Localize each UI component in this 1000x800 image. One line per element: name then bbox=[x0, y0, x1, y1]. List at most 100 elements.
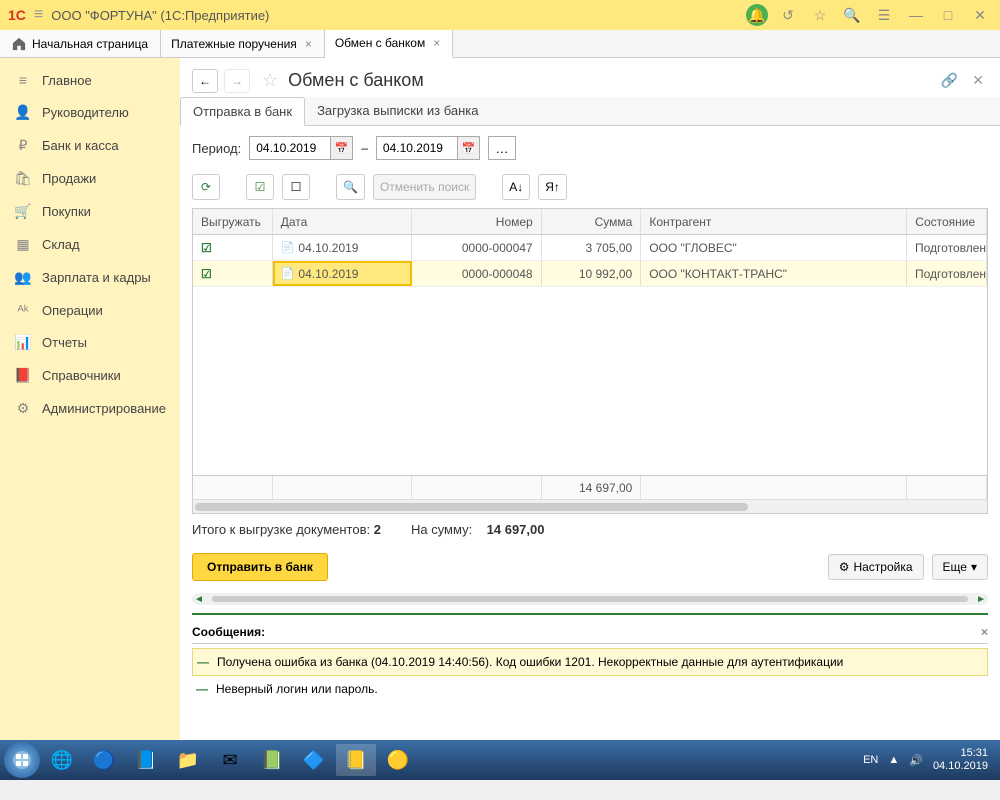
search-icon[interactable]: 🔍 bbox=[840, 3, 864, 27]
close-tab-icon[interactable]: × bbox=[431, 36, 442, 50]
link-icon[interactable]: 🔗 bbox=[937, 68, 962, 93]
column-export[interactable]: Выгружать bbox=[193, 209, 273, 234]
table-row[interactable]: ☑ 📄04.10.2019 0000-000047 3 705,00 ООО "… bbox=[193, 235, 987, 261]
sort-desc-button[interactable]: Я↑ bbox=[538, 174, 567, 200]
sidebar-item-operations[interactable]: ᴬᵏОперации bbox=[0, 294, 180, 326]
action-row: Отправить в банк ⚙Настройка Еще ▾ bbox=[180, 545, 1000, 589]
checkbox-icon[interactable]: ☑ bbox=[201, 241, 212, 255]
cart-icon: 🛒 bbox=[14, 203, 32, 220]
close-tab-icon[interactable]: × bbox=[303, 37, 314, 51]
taskbar-app-yandex[interactable]: 🟡 bbox=[378, 744, 418, 776]
sidebar-item-warehouse[interactable]: ▦Склад bbox=[0, 228, 180, 261]
taskbar-app-chrome[interactable]: 🔵 bbox=[84, 744, 124, 776]
tab-home[interactable]: Начальная страница bbox=[0, 30, 161, 57]
windows-taskbar: 🌐 🔵 📘 📁 ✉ 📗 🔷 📒 🟡 EN ▲ 🔊 15:31 04.10.201… bbox=[0, 740, 1000, 780]
taskbar-clock[interactable]: 15:31 04.10.2019 bbox=[933, 747, 988, 773]
history-icon[interactable]: ↺ bbox=[776, 3, 800, 27]
sound-icon[interactable]: 🔊 bbox=[909, 754, 923, 767]
table-header: Выгружать Дата Номер Сумма Контрагент Со… bbox=[193, 209, 987, 235]
taskbar-app-ie[interactable]: 🌐 bbox=[42, 744, 82, 776]
close-messages-icon[interactable]: × bbox=[981, 625, 988, 639]
tray-icon[interactable]: ▲ bbox=[888, 754, 899, 766]
column-sum[interactable]: Сумма bbox=[542, 209, 642, 234]
sidebar-item-bank[interactable]: ₽Банк и касса bbox=[0, 129, 180, 162]
subtab-load[interactable]: Загрузка выписки из банка bbox=[305, 97, 490, 125]
sort-asc-button[interactable]: A↓ bbox=[502, 174, 530, 200]
period-more-button[interactable]: … bbox=[488, 136, 516, 160]
sidebar-item-hr[interactable]: 👥Зарплата и кадры bbox=[0, 261, 180, 294]
dash-icon: — bbox=[196, 682, 208, 696]
cancel-search-button[interactable]: Отменить поиск bbox=[373, 174, 476, 200]
horizontal-scrollbar[interactable] bbox=[193, 499, 987, 513]
forward-button[interactable]: → bbox=[224, 69, 250, 93]
clock-date: 04.10.2019 bbox=[933, 760, 988, 773]
ak-icon: ᴬᵏ bbox=[14, 302, 32, 318]
date-from[interactable]: 📅 bbox=[249, 136, 353, 160]
taskbar-app-k[interactable]: 🔷 bbox=[294, 744, 334, 776]
table-row[interactable]: ☑ 📄04.10.2019 0000-000048 10 992,00 ООО … bbox=[193, 261, 987, 287]
find-button[interactable]: 🔍 bbox=[336, 174, 365, 200]
sidebar-item-main[interactable]: ≡Главное bbox=[0, 64, 180, 96]
sidebar-item-label: Администрирование bbox=[42, 401, 166, 416]
subtab-send[interactable]: Отправка в банк bbox=[180, 97, 305, 126]
sidebar-item-references[interactable]: 📕 Справочники bbox=[0, 359, 180, 392]
message-text: Получена ошибка из банка (04.10.2019 14:… bbox=[217, 655, 843, 669]
splitter[interactable]: ◄ ► bbox=[192, 593, 988, 605]
maximize-icon[interactable]: □ bbox=[936, 3, 960, 27]
book-icon: 📕 bbox=[14, 367, 32, 384]
taskbar-app-mail[interactable]: ✉ bbox=[210, 744, 250, 776]
arrow-right-icon: ► bbox=[976, 594, 986, 605]
back-button[interactable]: ← bbox=[192, 69, 218, 93]
settings-icon[interactable]: ☰ bbox=[872, 3, 896, 27]
gear-icon: ⚙ bbox=[14, 400, 32, 417]
bell-icon[interactable]: 🔔 bbox=[746, 4, 768, 26]
star-icon[interactable]: ☆ bbox=[808, 3, 832, 27]
check-all-button[interactable]: ☑ bbox=[246, 174, 274, 200]
date-from-input[interactable] bbox=[250, 141, 330, 155]
column-state[interactable]: Состояние bbox=[907, 209, 987, 234]
checkbox-icon[interactable]: ☑ bbox=[201, 267, 212, 281]
sidebar-item-sales[interactable]: 🛍Продажи bbox=[0, 162, 180, 195]
sidebar-item-label: Отчеты bbox=[42, 335, 87, 350]
sidebar-item-purchases[interactable]: 🛒Покупки bbox=[0, 195, 180, 228]
tab-payments[interactable]: Платежные поручения × bbox=[161, 30, 325, 57]
favorite-icon[interactable]: ☆ bbox=[262, 70, 278, 91]
column-date[interactable]: Дата bbox=[273, 209, 412, 234]
start-button[interactable] bbox=[4, 742, 40, 778]
minimize-icon[interactable]: — bbox=[904, 3, 928, 27]
summary: Итого к выгрузке документов: 2 На сумму:… bbox=[180, 514, 1000, 545]
sidebar-item-manager[interactable]: 👤Руководителю bbox=[0, 96, 180, 129]
calendar-icon[interactable]: 📅 bbox=[457, 137, 479, 159]
cell-number: 0000-000047 bbox=[412, 235, 541, 260]
taskbar-app-word[interactable]: 📘 bbox=[126, 744, 166, 776]
date-to-input[interactable] bbox=[377, 141, 457, 155]
language-indicator[interactable]: EN bbox=[863, 754, 878, 766]
sidebar-item-admin[interactable]: ⚙ Администрирование bbox=[0, 392, 180, 425]
document-tabs: Начальная страница Платежные поручения ×… bbox=[0, 30, 1000, 58]
close-icon[interactable]: ✕ bbox=[968, 3, 992, 27]
uncheck-all-button[interactable]: ☐ bbox=[282, 174, 310, 200]
message-item[interactable]: — Неверный логин или пароль. bbox=[192, 676, 988, 702]
sidebar-item-reports[interactable]: 📊Отчеты bbox=[0, 326, 180, 359]
hamburger-icon[interactable]: ≡ bbox=[34, 6, 43, 24]
column-number[interactable]: Номер bbox=[412, 209, 542, 234]
cell-counterparty: ООО "КОНТАКТ-ТРАНС" bbox=[641, 261, 907, 286]
gear-icon: ⚙ bbox=[839, 560, 850, 574]
settings-button[interactable]: ⚙Настройка bbox=[828, 554, 924, 580]
refresh-button[interactable]: ⟳ bbox=[192, 174, 220, 200]
taskbar-app-folder[interactable]: 📁 bbox=[168, 744, 208, 776]
taskbar-app-excel[interactable]: 📗 bbox=[252, 744, 292, 776]
calendar-icon[interactable]: 📅 bbox=[330, 137, 352, 159]
content-area: ← → ☆ Обмен с банком 🔗 ✕ Отправка в банк… bbox=[180, 58, 1000, 740]
close-page-icon[interactable]: ✕ bbox=[968, 68, 988, 93]
system-tray[interactable]: EN ▲ 🔊 15:31 04.10.2019 bbox=[863, 747, 996, 773]
column-counterparty[interactable]: Контрагент bbox=[641, 209, 907, 234]
taskbar-app-1c[interactable]: 📒 bbox=[336, 744, 376, 776]
sidebar-item-label: Руководителю bbox=[42, 105, 129, 120]
tab-exchange[interactable]: Обмен с банком × bbox=[325, 30, 453, 58]
sidebar-item-label: Справочники bbox=[42, 368, 121, 383]
send-to-bank-button[interactable]: Отправить в банк bbox=[192, 553, 328, 581]
more-button[interactable]: Еще ▾ bbox=[932, 554, 988, 580]
date-to[interactable]: 📅 bbox=[376, 136, 480, 160]
message-item[interactable]: — Получена ошибка из банка (04.10.2019 1… bbox=[192, 648, 988, 676]
